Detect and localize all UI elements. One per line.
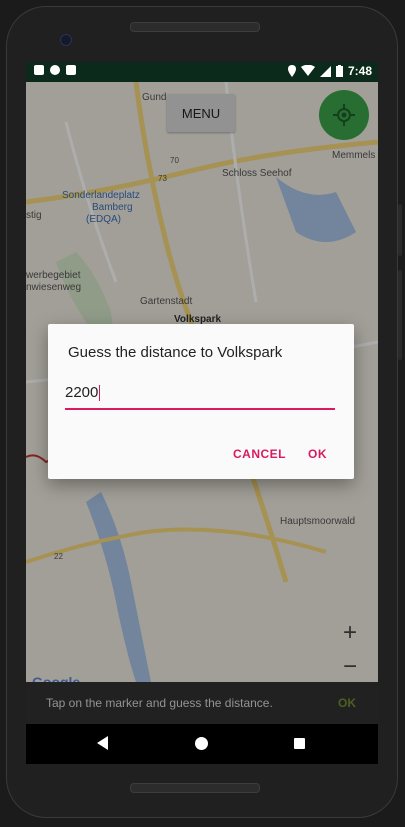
front-camera: [60, 34, 72, 46]
screen: 7:48 Gund Memmels Schloss Seehof Sonderl…: [26, 62, 378, 764]
clock: 7:48: [347, 64, 372, 78]
distance-input-value: 2200: [65, 384, 99, 401]
ok-button[interactable]: OK: [308, 447, 327, 461]
back-icon[interactable]: [97, 736, 108, 750]
distance-input[interactable]: 2200: [65, 384, 335, 410]
status-bar: 7:48: [26, 62, 378, 82]
battery-icon: [335, 65, 343, 77]
sd-card-icon: [66, 65, 76, 75]
recents-icon[interactable]: [294, 738, 305, 749]
record-icon: [50, 65, 60, 75]
top-speaker: [130, 22, 260, 32]
power-button: [398, 204, 402, 256]
home-icon[interactable]: [195, 737, 208, 750]
wifi-icon: [300, 65, 315, 76]
notification-a-icon: [34, 65, 44, 75]
dialog-title: Guess the distance to Volkspark: [68, 344, 283, 361]
location-pin-icon: [287, 65, 296, 77]
bottom-speaker: [130, 783, 260, 793]
signal-icon: [319, 65, 331, 77]
guess-distance-dialog: Guess the distance to Volkspark 2200 CAN…: [48, 324, 354, 479]
cancel-button[interactable]: CANCEL: [233, 447, 286, 461]
navigation-bar: [26, 724, 378, 764]
text-cursor: [99, 385, 101, 402]
volume-button: [398, 270, 402, 360]
